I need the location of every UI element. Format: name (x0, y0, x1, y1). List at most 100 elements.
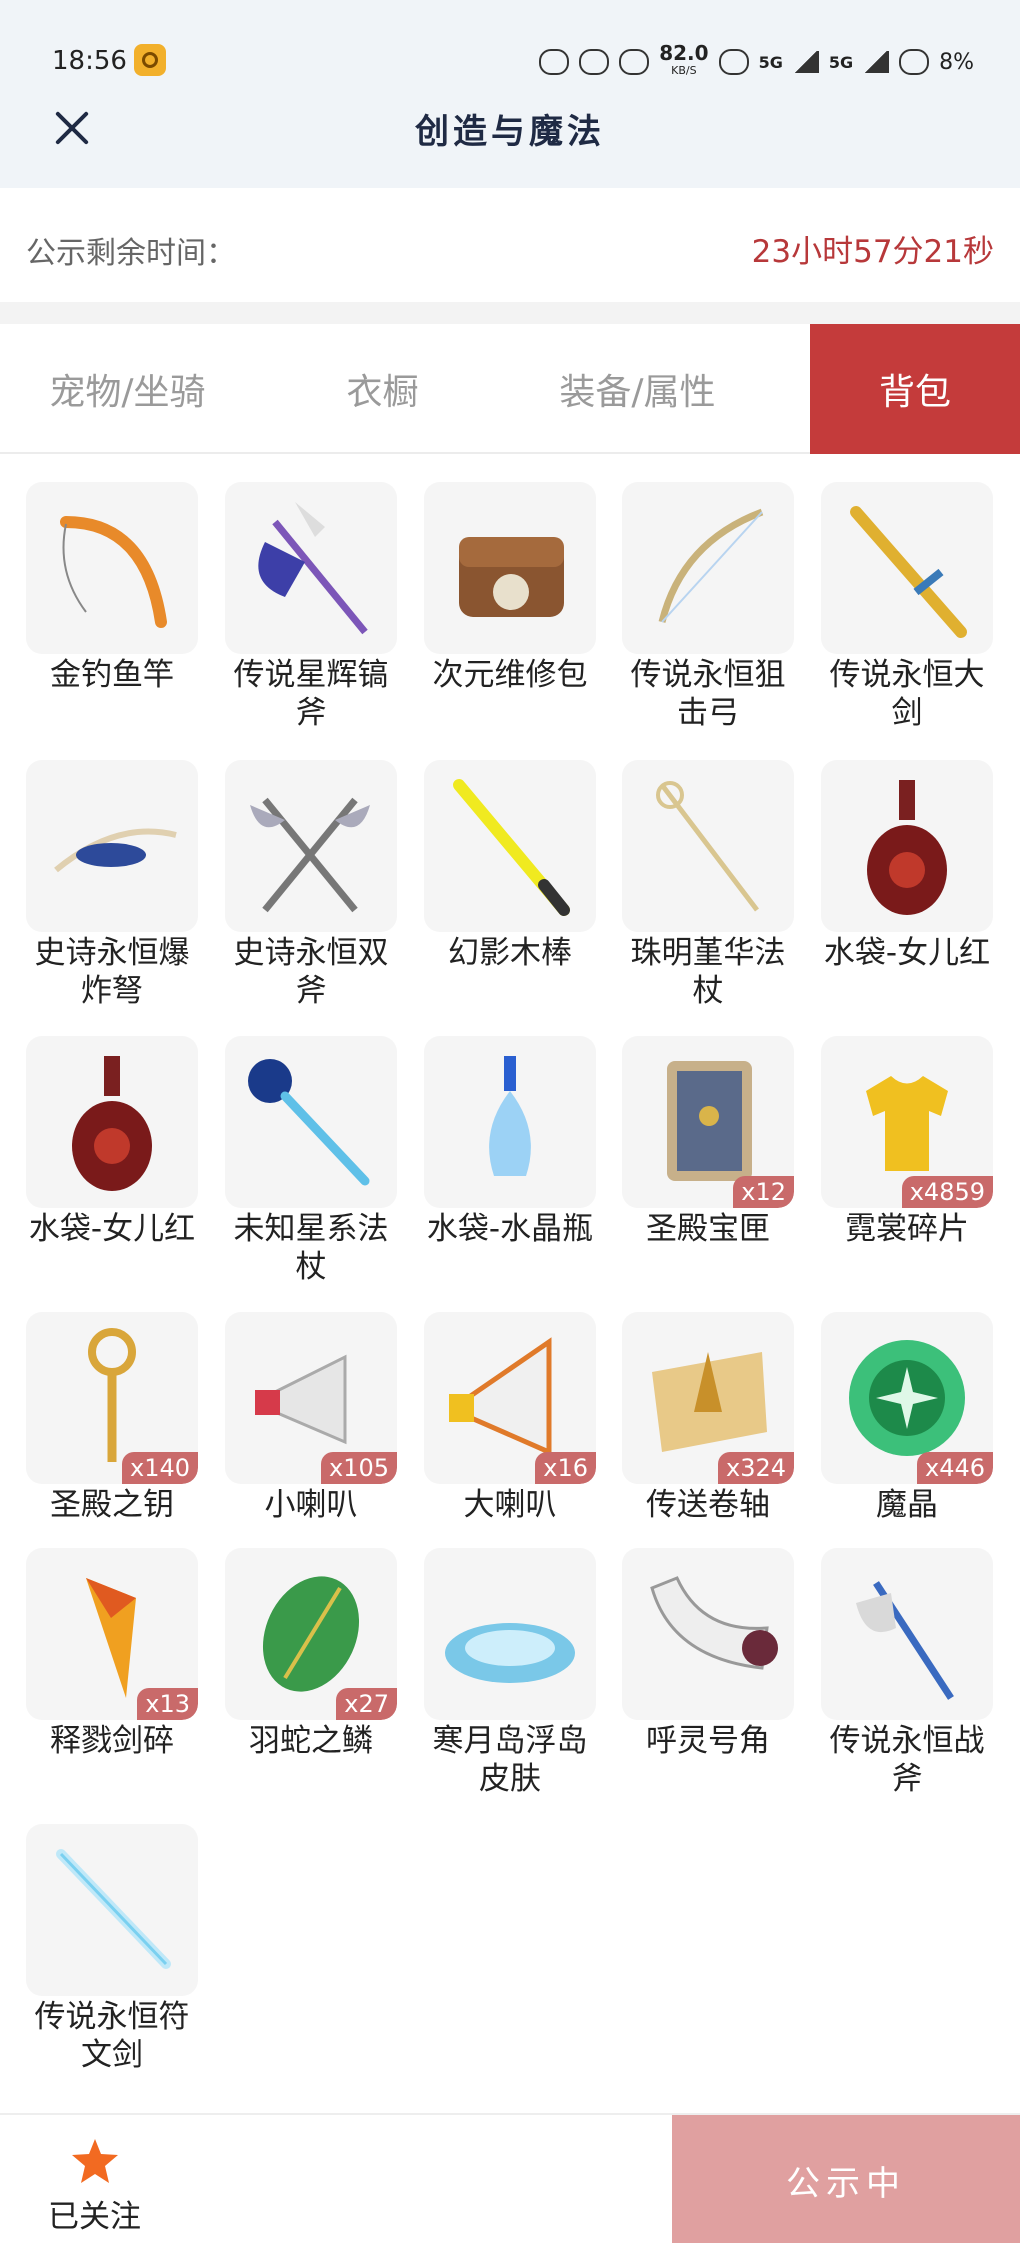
crossbow-icon (54, 828, 177, 873)
item-thumbnail (622, 760, 794, 932)
item-name: 传说星辉镐斧 (233, 657, 389, 731)
item-card[interactable]: 传说星辉镐斧 (225, 482, 397, 732)
item-card[interactable]: 水袋-女儿红 (821, 760, 993, 972)
horn-icon (650, 1576, 778, 1670)
item-thumbnail: x140 (26, 1312, 198, 1484)
section-divider (0, 302, 1020, 324)
item-card[interactable]: 珠明堇华法杖 (622, 760, 794, 1010)
follow-label: 已关注 (48, 2199, 141, 2235)
fishing-rod-icon (60, 516, 167, 628)
item-thumbnail (424, 482, 596, 654)
item-thumbnail (225, 482, 397, 654)
item-card[interactable]: x27 羽蛇之鳞 (225, 1548, 397, 1760)
repair-bag-icon (459, 537, 564, 617)
item-name: 释戮剑碎 (50, 1723, 174, 1759)
item-name: 传说永恒狙击弓 (630, 657, 786, 731)
item-name: 小喇叭 (264, 1487, 358, 1523)
item-card[interactable]: 未知星系法杖 (225, 1036, 397, 1286)
item-card[interactable]: x324 传送卷轴 (622, 1312, 794, 1524)
item-thumbnail: x4859 (821, 1036, 993, 1208)
item-thumbnail: x16 (424, 1312, 596, 1484)
item-card[interactable]: x16 大喇叭 (424, 1312, 596, 1524)
item-name: 史诗永恒爆炸弩 (34, 935, 190, 1009)
item-card[interactable]: 幻影木棒 (424, 760, 596, 972)
crystal-bottle-icon (489, 1056, 531, 1176)
tab-bar: 宠物/坐骑 衣橱 装备/属性 背包 (0, 324, 1020, 454)
item-name: 传说永恒战斧 (829, 1723, 985, 1797)
notice-time-row: 公示剩余时间： 23小时57分21秒 (0, 196, 1020, 300)
notice-label: 公示剩余时间： (26, 236, 236, 271)
sword-icon (850, 506, 967, 638)
item-name: 寒月岛浮岛皮肤 (432, 1723, 588, 1797)
item-thumbnail (821, 1548, 993, 1720)
item-card[interactable]: x140 圣殿之钥 (26, 1312, 198, 1524)
item-card[interactable]: x105 小喇叭 (225, 1312, 397, 1524)
item-name: 次元维修包 (432, 657, 588, 693)
item-card[interactable]: 水袋-女儿红 (26, 1036, 198, 1248)
bow-icon (658, 508, 764, 623)
item-card[interactable]: 史诗永恒双斧 (225, 760, 397, 1010)
item-count-badge: x324 (717, 1452, 794, 1484)
bottom-bar: 已关注 公示中 (0, 2113, 1020, 2243)
item-thumbnail: x12 (622, 1036, 794, 1208)
item-card[interactable]: 次元维修包 (424, 482, 596, 694)
header: 创造与魔法 (0, 100, 1020, 188)
tab-backpack[interactable]: 背包 (810, 324, 1020, 454)
status-icons: 82.0 KB/S 5G 5G 8% (539, 43, 974, 80)
item-name: 水袋-女儿红 (823, 935, 991, 971)
battery-level: 8% (939, 49, 974, 75)
item-card[interactable]: 水袋-水晶瓶 (424, 1036, 596, 1248)
item-thumbnail (821, 760, 993, 932)
item-name: 史诗永恒双斧 (233, 935, 389, 1009)
item-name: 珠明堇华法杖 (630, 935, 786, 1009)
signal-icon-2 (863, 51, 890, 73)
item-count-badge: x13 (137, 1688, 198, 1720)
notification-icon (539, 49, 570, 75)
item-card[interactable]: 传说永恒战斧 (821, 1548, 993, 1798)
page-title: 创造与魔法 (415, 112, 605, 152)
item-card[interactable]: 金钓鱼竿 (26, 482, 198, 694)
item-name: 呼灵号角 (646, 1723, 770, 1759)
item-name: 传说永恒大剑 (829, 657, 985, 731)
publish-status-button[interactable]: 公示中 (672, 2115, 1020, 2243)
item-card[interactable]: 呼灵号角 (622, 1548, 794, 1760)
item-count-badge: x105 (320, 1452, 397, 1484)
item-card[interactable]: x446 魔晶 (821, 1312, 993, 1524)
item-name: 圣殿之钥 (50, 1487, 174, 1523)
item-card[interactable]: x13 释戮剑碎 (26, 1548, 198, 1760)
battery-icon (899, 49, 930, 75)
item-count-badge: x140 (121, 1452, 198, 1484)
item-thumbnail (26, 760, 198, 932)
item-thumbnail (225, 1036, 397, 1208)
rune-sword-icon (56, 1849, 171, 1969)
star-icon (72, 2139, 118, 2183)
tab-pets-mounts[interactable]: 宠物/坐骑 (0, 324, 255, 454)
eye-icon (579, 49, 610, 75)
item-thumbnail (821, 482, 993, 654)
follow-button[interactable]: 已关注 (0, 2115, 190, 2243)
stick-icon (453, 779, 570, 916)
item-card[interactable]: x4859 霓裳碎片 (821, 1036, 993, 1248)
item-thumbnail (26, 1036, 198, 1208)
item-count-badge: x446 (916, 1452, 993, 1484)
network-type-1: 5G (758, 52, 783, 72)
item-card[interactable]: 史诗永恒爆炸弩 (26, 760, 198, 1010)
item-card[interactable]: 寒月岛浮岛皮肤 (424, 1548, 596, 1798)
item-thumbnail (622, 482, 794, 654)
item-thumbnail: x105 (225, 1312, 397, 1484)
item-thumbnail (424, 1036, 596, 1208)
item-card[interactable]: 传说永恒大剑 (821, 482, 993, 732)
item-name: 水袋-水晶瓶 (426, 1211, 594, 1247)
item-card[interactable]: x12 圣殿宝匣 (622, 1036, 794, 1248)
item-card[interactable]: 传说永恒狙击弓 (622, 482, 794, 732)
tab-wardrobe[interactable]: 衣橱 (255, 324, 510, 454)
item-name: 未知星系法杖 (233, 1211, 389, 1285)
item-card[interactable]: 传说永恒符文剑 (26, 1824, 198, 2074)
staff-icon (656, 781, 759, 912)
tab-equipment[interactable]: 装备/属性 (510, 324, 765, 454)
shield-icon (619, 49, 650, 75)
item-thumbnail: x446 (821, 1312, 993, 1484)
item-name: 大喇叭 (463, 1487, 557, 1523)
item-name: 魔晶 (876, 1487, 938, 1523)
wine-bottle-icon (72, 1056, 152, 1191)
